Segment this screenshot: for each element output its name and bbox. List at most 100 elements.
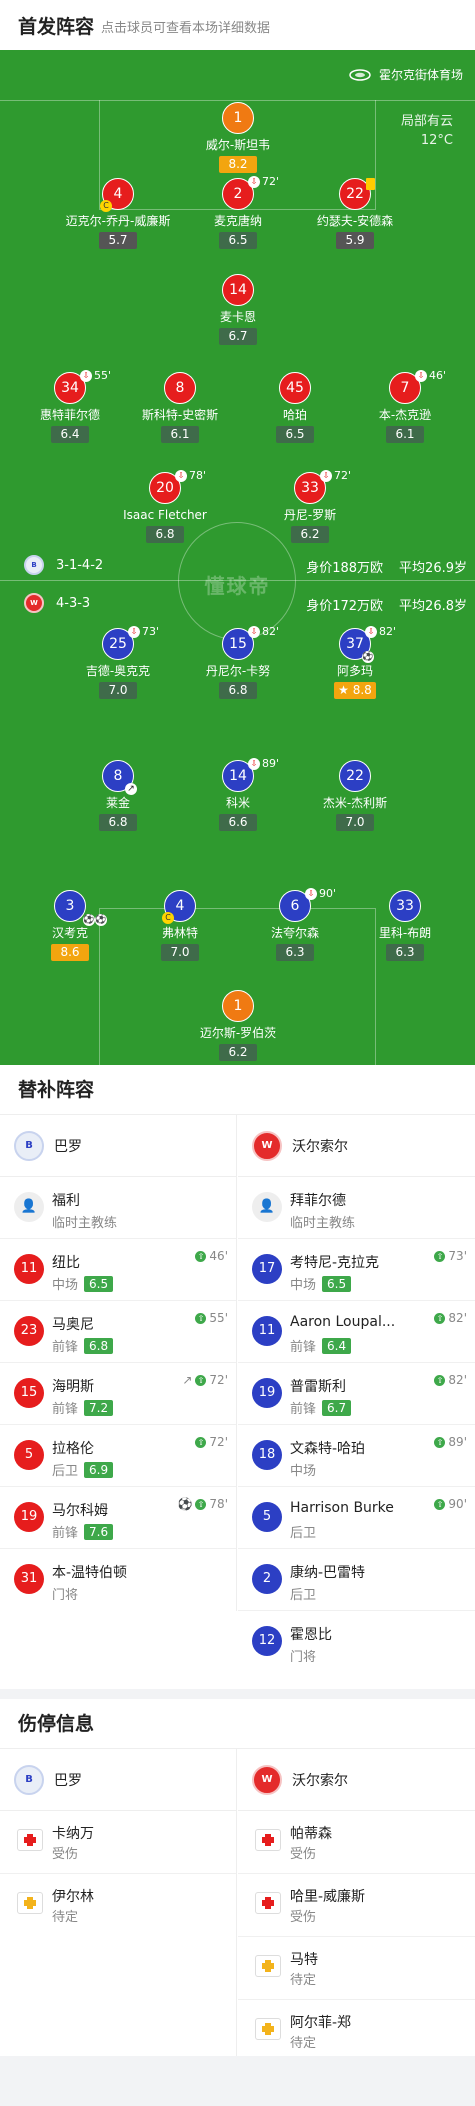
sub-position: 前锋: [52, 1402, 79, 1417]
sub-row[interactable]: 15 海明斯 前锋 7.2 ↗ ⇧ 72': [0, 1363, 236, 1425]
home-player[interactable]: 7 ⇩ 46' 本-杰克逊 6.1: [340, 369, 470, 443]
sub-row[interactable]: 11 纽比 中场 6.5 ⇧ 46': [0, 1239, 236, 1301]
sub-row[interactable]: 5 拉格伦 后卫 6.9 ⇧ 72': [0, 1425, 236, 1487]
player-name: 阿多玛: [336, 664, 373, 678]
sub-in-time: 55': [209, 1311, 228, 1325]
sub-position: 后卫: [52, 1464, 79, 1479]
sub-row[interactable]: 23 马奥尼 前锋 6.8 ⇧ 55': [0, 1301, 236, 1363]
lineup-page: 首发阵容 点击球员可查看本场详细数据 霍尔克街体育场 局部有云 12°C 懂球帝…: [0, 0, 475, 2106]
sub-time: 72': [262, 175, 280, 188]
injury-name: 阿尔菲-郑: [290, 2015, 352, 2031]
injury-status: 受伤: [52, 1847, 79, 1862]
away-player[interactable]: 25 ⇩ 73' 吉德-奥克克 7.0: [53, 625, 183, 699]
home-player[interactable]: 2 ⇩ 72' 麦克唐纳 6.5: [173, 175, 303, 249]
player-rating: 5.9: [336, 232, 374, 249]
assist-icon: ↗: [182, 1373, 193, 1387]
away-player[interactable]: 4C 弗林特 7.0: [115, 890, 245, 961]
sub-number: 17: [252, 1254, 282, 1284]
sub-rating: 7.2: [84, 1399, 114, 1416]
away-formation-text: 4-3-3: [56, 595, 91, 611]
injury-name: 卡纳万: [52, 1826, 94, 1842]
player-name: 约瑟夫-安德森: [316, 214, 394, 228]
sub-name: Aaron Loupal...: [290, 1314, 396, 1330]
injury-name: 哈里-威廉斯: [290, 1889, 366, 1905]
injury-row[interactable]: 哈里-威廉斯 受伤: [238, 1874, 475, 1937]
away-player[interactable]: 37 ⚽ ⇩ 82' 阿多玛 ★ 8.8: [290, 625, 420, 699]
sub-name: 拉格伦: [52, 1441, 94, 1457]
sub-row[interactable]: 11 Aaron Loupal... 前锋 6.4 ⇧ 82': [238, 1301, 475, 1363]
injury-row[interactable]: 伊尔林 待定: [0, 1874, 236, 1937]
injuries-title: 伤停信息: [0, 1699, 475, 1749]
home-player[interactable]: 1 威尔-斯坦韦 8.2: [173, 102, 303, 173]
away-player[interactable]: 15 ⇩ 82' 丹尼尔-卡努 6.8: [173, 625, 303, 699]
home-player[interactable]: 14 麦卡恩 6.7: [173, 274, 303, 345]
lineup-header: 首发阵容 点击球员可查看本场详细数据: [0, 0, 475, 50]
player-rating: 6.8: [146, 526, 184, 543]
injury-row[interactable]: 马特 待定: [238, 1937, 475, 2000]
away-player[interactable]: 1 迈尔斯-罗伯茨 6.2: [173, 990, 303, 1061]
sub-position: 临时主教练: [290, 1216, 356, 1231]
injury-row[interactable]: 帕蒂森 受伤: [238, 1811, 475, 1874]
injury-row[interactable]: 阿尔菲-郑 待定: [238, 2000, 475, 2063]
home-player[interactable]: 8 斯科特-史密斯 6.1: [115, 372, 245, 443]
injury-name: 伊尔林: [52, 1889, 94, 1905]
sub-name: 本-温特伯顿: [52, 1565, 128, 1581]
injury-row[interactable]: 卡纳万 受伤: [0, 1811, 236, 1874]
player-number: 3: [65, 898, 75, 914]
sub-in-icon: ⇧: [434, 1374, 446, 1386]
sub-row[interactable]: 12 霍恩比 门将: [238, 1611, 475, 1673]
sub-row[interactable]: 31 本-温特伯顿 门将: [0, 1549, 236, 1611]
home-player[interactable]: 4C 迈克尔-乔丹-威廉斯 5.7: [53, 178, 183, 249]
coach-row[interactable]: 👤 福利 临时主教练: [0, 1177, 236, 1239]
away-avg-age: 平均26.8岁: [399, 599, 467, 614]
home-formation: B 3-1-4-2: [24, 555, 103, 575]
player-rating: 6.5: [219, 232, 257, 249]
sub-row[interactable]: 17 考特尼-克拉克 中场 6.5 ⇧ 73': [238, 1239, 475, 1301]
sub-row[interactable]: 19 马尔科姆 前锋 7.6 ⚽ ⇧ 78': [0, 1487, 236, 1549]
sub-rating: 6.8: [84, 1337, 114, 1354]
sub-number: 19: [252, 1378, 282, 1408]
venue-name: 霍尔克街体育场: [378, 68, 463, 82]
sub-position: 前锋: [290, 1340, 317, 1355]
sub-name: 拜菲尔德: [290, 1193, 346, 1209]
sub-time: 78': [189, 469, 207, 482]
away-player[interactable]: 22 杰米-杰利斯 7.0: [290, 760, 420, 831]
temperature: 12°C: [420, 133, 453, 148]
away-player[interactable]: 33 里科-布朗 6.3: [340, 890, 470, 961]
player-number: 14: [222, 274, 254, 306]
home-player[interactable]: 22 约瑟夫-安德森 5.9: [290, 178, 420, 249]
doubtful-medkit-icon: [255, 1955, 281, 1977]
sub-row[interactable]: 2 康纳-巴雷特 后卫: [238, 1549, 475, 1611]
injury-name: 马特: [290, 1952, 318, 1968]
away-player[interactable]: 8 ↗ 莱金 6.8: [53, 760, 183, 831]
sub-row[interactable]: 19 普雷斯利 前锋 6.7 ⇧ 82': [238, 1363, 475, 1425]
player-rating: 6.4: [51, 426, 89, 443]
sub-in-time: 46': [209, 1249, 228, 1263]
sub-row[interactable]: 18 文森特-哈珀 中场 ⇧ 89': [238, 1425, 475, 1487]
sub-name: 福利: [52, 1193, 80, 1209]
player-number: 45: [279, 372, 311, 404]
sub-time: 73': [142, 625, 160, 638]
rating-value: 8.8: [352, 683, 372, 697]
injury-status: 待定: [290, 2036, 317, 2051]
away-team-row: W 沃尔索尔: [238, 1749, 475, 1811]
home-player[interactable]: 33 ⇩ 72' 丹尼-罗斯 6.2: [245, 469, 375, 543]
injury-status: 待定: [52, 1910, 79, 1925]
away-player[interactable]: 14 ⇩ 89' 科米 6.6: [173, 757, 303, 831]
coach-avatar-icon: 👤: [14, 1192, 44, 1222]
player-rating: 6.1: [386, 426, 424, 443]
away-crest-icon: W: [252, 1764, 282, 1795]
home-team-name: 巴罗: [54, 1772, 82, 1789]
injuries-section: 伤停信息 B 巴罗 卡纳万 受伤 伊尔林 待定 W 沃尔索尔 帕蒂森 受伤 哈里…: [0, 1699, 475, 2056]
player-rating: 6.6: [219, 814, 257, 831]
sub-row[interactable]: 5 Harrison Burke 后卫 ⇧ 90': [238, 1487, 475, 1549]
captain-icon: C: [100, 200, 112, 212]
coach-row[interactable]: 👤 拜菲尔德 临时主教练: [238, 1177, 475, 1239]
sub-time: 90': [319, 887, 337, 900]
sub-in-time: 82': [448, 1373, 467, 1387]
sub-position: 前锋: [52, 1526, 79, 1541]
player-number: 1: [222, 990, 254, 1022]
player-rating: 5.7: [99, 232, 137, 249]
home-player[interactable]: 20 ⇩ 78' Isaac Fletcher 6.8: [100, 469, 230, 543]
sub-time: 55': [94, 369, 112, 382]
